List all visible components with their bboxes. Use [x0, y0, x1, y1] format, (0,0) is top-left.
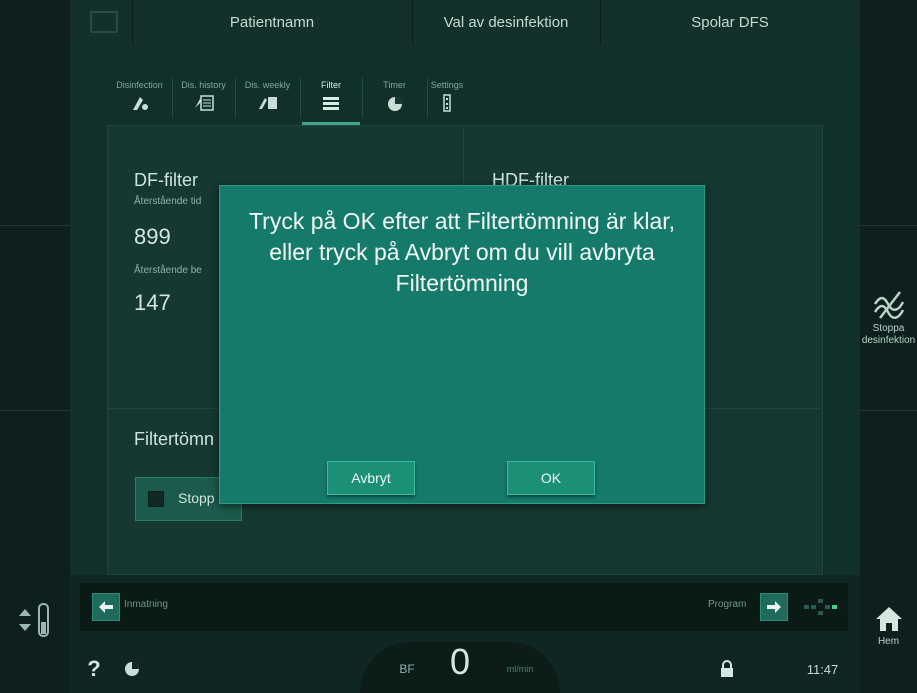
- tab-label: Settings: [430, 80, 464, 90]
- df-filter-title: DF-filter: [134, 170, 198, 190]
- tab-label: Timer: [383, 80, 406, 90]
- history-list-icon: [194, 95, 214, 111]
- forward-button[interactable]: [760, 593, 788, 621]
- tab-dis-weekly[interactable]: Dis. weekly: [235, 78, 300, 124]
- df-remaining-treatments-value: 147: [134, 290, 171, 315]
- navigation-bar: Inmatning Program: [80, 583, 848, 631]
- arrow-left-icon: [99, 601, 113, 613]
- bf-label: BF: [399, 662, 415, 676]
- arrow-right-icon: [767, 601, 781, 613]
- tab-label: Disinfection: [116, 80, 163, 90]
- df-remaining-time-value: 899: [134, 224, 171, 249]
- dialog-message: Tryck på OK efter att Filtertömning är k…: [248, 208, 676, 296]
- tab-settings[interactable]: Settings: [427, 78, 467, 124]
- confirm-dialog: Tryck på OK efter att Filtertömning är k…: [219, 185, 705, 504]
- level-adjust-button[interactable]: [15, 598, 57, 644]
- ok-button[interactable]: OK: [507, 461, 595, 495]
- lock-button[interactable]: [715, 645, 739, 693]
- disinfection-choice-field[interactable]: Val av desinfektion: [412, 0, 600, 45]
- stop-label: Stopp: [178, 490, 215, 506]
- program-steps-icon: [804, 599, 837, 615]
- disinfection-icon: [132, 97, 148, 110]
- left-rail-divider: [0, 410, 70, 411]
- home-icon: [875, 607, 902, 631]
- df-remaining-treatments-label: Återstående be: [134, 265, 202, 276]
- tab-label: Dis. weekly: [244, 80, 291, 90]
- patient-name-field[interactable]: Patientnamn: [132, 0, 412, 45]
- right-rail-divider: [860, 410, 917, 411]
- lock-icon: [721, 660, 733, 677]
- home-label: Hem: [877, 636, 900, 647]
- bf-unit: ml/min: [506, 664, 534, 674]
- right-rail-divider: [860, 225, 917, 226]
- timer-icon: [387, 97, 402, 111]
- timer-icon: [125, 662, 139, 676]
- weekly-icon: [258, 97, 277, 109]
- tab-timer[interactable]: Timer: [362, 78, 427, 124]
- tab-disinfection[interactable]: Disinfection: [107, 78, 172, 124]
- patient-card-icon[interactable]: [90, 11, 118, 33]
- tab-label: Filter: [321, 80, 341, 90]
- left-rail-divider: [0, 225, 70, 226]
- top-bar: Patientnamn Val av desinfektion Spolar D…: [70, 0, 860, 46]
- stop-disinfection-button[interactable]: Stoppa desinfektion: [860, 290, 917, 347]
- timer-status-button[interactable]: [120, 645, 144, 693]
- home-button[interactable]: Hem: [860, 605, 917, 647]
- df-remaining-time-label: Återstående tid: [134, 196, 202, 207]
- tab-filter[interactable]: Filter: [302, 78, 360, 124]
- right-rail: Stoppa desinfektion Hem: [860, 0, 917, 693]
- level-adjust-icon: [19, 603, 49, 637]
- forward-label: Program: [708, 599, 747, 610]
- stop-disinfection-label: Stoppa desinfektion: [861, 323, 916, 346]
- cancel-button[interactable]: Avbryt: [327, 461, 415, 495]
- stop-disinfection-icon: [873, 291, 904, 319]
- filter-icon: [323, 97, 339, 110]
- help-button[interactable]: ?: [82, 645, 106, 693]
- back-label: Inmatning: [124, 599, 168, 610]
- status-text: Spolar DFS: [691, 14, 769, 31]
- settings-icon: [443, 94, 451, 112]
- clock: 11:47: [806, 661, 839, 677]
- tab-dis-history[interactable]: Dis. history: [172, 78, 235, 124]
- tab-label: Dis. history: [181, 80, 226, 90]
- bf-value: 0: [449, 641, 471, 682]
- back-button[interactable]: [92, 593, 120, 621]
- tab-separator: [300, 78, 301, 118]
- stop-checkbox: [148, 491, 164, 507]
- left-rail: [0, 0, 70, 693]
- filter-emptying-title: Filtertömn: [134, 429, 215, 449]
